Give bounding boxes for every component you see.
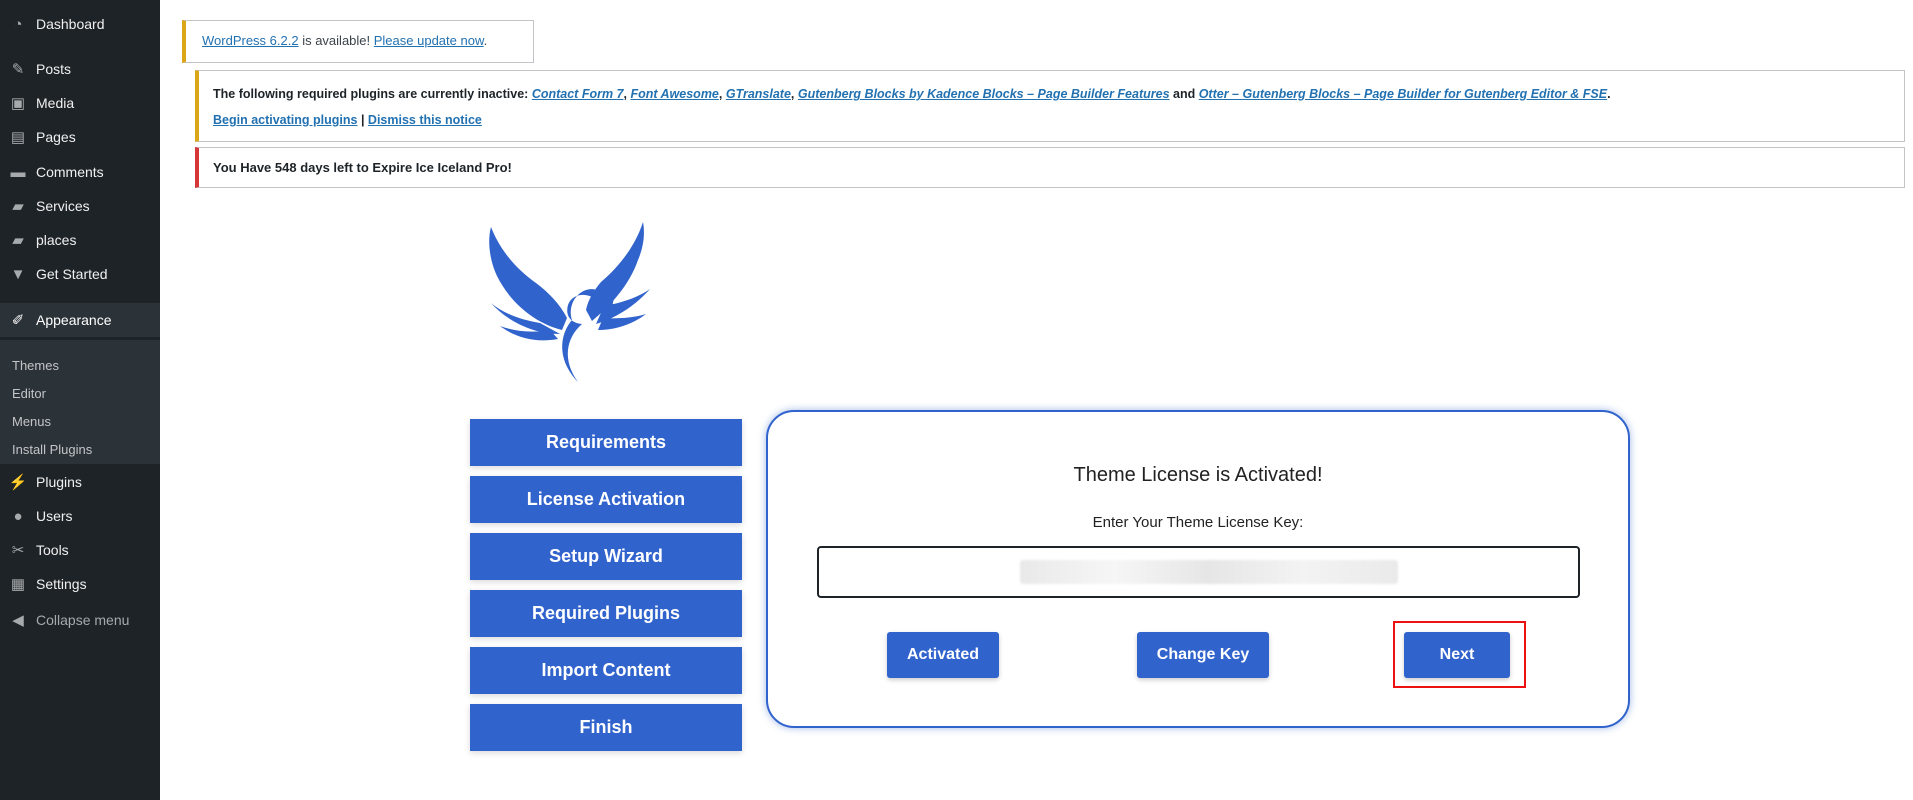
pushpin-icon: ✎ bbox=[11, 61, 25, 78]
required-plugins-notice: The following required plugins are curre… bbox=[195, 70, 1905, 142]
sidebar-item-label: Pages bbox=[36, 129, 76, 145]
dashboard-icon: ◔ bbox=[13, 15, 23, 33]
update-notice-period: . bbox=[483, 33, 488, 48]
submenu-item-themes[interactable]: Themes bbox=[12, 358, 59, 373]
sidebar-item-label: Comments bbox=[36, 164, 104, 180]
step-requirements-button[interactable]: Requirements bbox=[470, 419, 742, 466]
update-now-link[interactable]: Please update now bbox=[374, 33, 484, 48]
sidebar-item-posts[interactable]: ✎ Posts bbox=[0, 52, 160, 86]
sidebar-item-dashboard[interactable]: ◔ Dashboard bbox=[0, 7, 160, 41]
sidebar-item-places[interactable]: ▰ places bbox=[0, 223, 160, 257]
submenu-item-menus[interactable]: Menus bbox=[12, 414, 51, 429]
plugin-icon: ⚡ bbox=[8, 474, 28, 491]
plugins-notice-actions: Begin activating plugins | Dismiss this … bbox=[213, 113, 1890, 127]
license-expire-notice: You Have 548 days left to Expire Ice Ice… bbox=[195, 147, 1905, 188]
sidebar-item-get-started[interactable]: ▼ Get Started bbox=[0, 257, 160, 291]
sidebar-item-users[interactable]: ● Users bbox=[0, 499, 160, 533]
step-required-plugins-button[interactable]: Required Plugins bbox=[470, 590, 742, 637]
separator: , bbox=[790, 87, 798, 101]
sidebar-item-label: Collapse menu bbox=[36, 612, 130, 628]
sidebar-item-appearance[interactable]: ✐ Appearance bbox=[0, 303, 160, 337]
dismiss-notice-link[interactable]: Dismiss this notice bbox=[368, 113, 482, 127]
wordpress-version-link[interactable]: WordPress 6.2.2 bbox=[202, 33, 299, 48]
plugin-link-otter[interactable]: Otter – Gutenberg Blocks – Page Builder … bbox=[1199, 87, 1607, 101]
activated-button[interactable]: Activated bbox=[887, 632, 999, 678]
chevron-down-icon: ▼ bbox=[10, 265, 26, 283]
step-license-activation-button[interactable]: License Activation bbox=[470, 476, 742, 523]
plugin-link-contact-form-7[interactable]: Contact Form 7 bbox=[532, 87, 624, 101]
sidebar-item-comments[interactable]: ▬ Comments bbox=[0, 155, 160, 189]
sidebar-item-label: Services bbox=[36, 198, 90, 214]
sidebar-item-label: Plugins bbox=[36, 474, 82, 490]
plugin-link-kadence-blocks[interactable]: Gutenberg Blocks by Kadence Blocks – Pag… bbox=[798, 87, 1170, 101]
paintbrush-icon: ✐ bbox=[11, 312, 25, 329]
sidebar-item-label: Get Started bbox=[36, 266, 108, 282]
folder-icon: ▰ bbox=[12, 198, 24, 215]
sidebar-item-tools[interactable]: ✂ Tools bbox=[0, 533, 160, 567]
pages-icon: ▤ bbox=[10, 129, 26, 146]
update-notice-text: is available! bbox=[298, 33, 374, 48]
step-setup-wizard-button[interactable]: Setup Wizard bbox=[470, 533, 742, 580]
admin-sidebar: Themes Editor Menus Install Plugins ◔ Das… bbox=[0, 0, 160, 800]
next-button[interactable]: Next bbox=[1404, 632, 1510, 678]
folder-icon: ▰ bbox=[12, 232, 24, 249]
submenu-item-editor[interactable]: Editor bbox=[12, 386, 46, 401]
sidebar-item-plugins[interactable]: ⚡ Plugins bbox=[0, 465, 160, 499]
begin-activating-plugins-link[interactable]: Begin activating plugins bbox=[213, 113, 357, 127]
sidebar-item-label: Dashboard bbox=[36, 16, 105, 32]
sidebar-item-label: Media bbox=[36, 95, 75, 111]
sidebar-item-label: Users bbox=[36, 508, 73, 524]
update-notice: WordPress 6.2.2 is available! Please upd… bbox=[182, 20, 534, 63]
separator: , bbox=[718, 87, 726, 101]
sidebar-item-services[interactable]: ▰ Services bbox=[0, 189, 160, 223]
wrench-icon: ✂ bbox=[11, 542, 25, 559]
redacted-key-overlay bbox=[1020, 560, 1398, 584]
sidebar-item-label: Posts bbox=[36, 61, 72, 77]
plugins-notice-intro: The following required plugins are curre… bbox=[213, 87, 532, 101]
sidebar-item-media[interactable]: ▣ Media bbox=[0, 86, 160, 120]
submenu-item-install-plugins[interactable]: Install Plugins bbox=[12, 442, 92, 457]
sidebar-item-label: Tools bbox=[36, 542, 69, 558]
sidebar-item-collapse-menu[interactable]: ◀ Collapse menu bbox=[0, 603, 160, 637]
license-key-label: Enter Your Theme License Key: bbox=[1092, 514, 1304, 531]
sidebar-item-settings[interactable]: ▦ Settings bbox=[0, 567, 160, 601]
collapse-icon: ◀ bbox=[12, 612, 24, 629]
user-icon: ● bbox=[13, 507, 23, 525]
change-key-button[interactable]: Change Key bbox=[1137, 632, 1269, 678]
plugin-link-font-awesome[interactable]: Font Awesome bbox=[630, 87, 718, 101]
step-finish-button[interactable]: Finish bbox=[470, 704, 742, 751]
comments-icon: ▬ bbox=[10, 163, 26, 181]
plugin-link-gtranslate[interactable]: GTranslate bbox=[726, 87, 791, 101]
step-import-content-button[interactable]: Import Content bbox=[470, 647, 742, 694]
settings-icon: ▦ bbox=[10, 576, 26, 593]
media-icon: ▣ bbox=[10, 95, 26, 112]
sidebar-item-label: places bbox=[36, 232, 77, 248]
sidebar-item-label: Appearance bbox=[36, 312, 112, 328]
period: . bbox=[1607, 87, 1611, 101]
eagle-logo-icon bbox=[489, 222, 650, 382]
license-card: Theme License is Activated! Enter Your T… bbox=[766, 410, 1630, 728]
actions-divider: | bbox=[357, 113, 368, 127]
plugins-notice-line: The following required plugins are curre… bbox=[213, 87, 1890, 101]
and-text: and bbox=[1169, 87, 1199, 101]
license-status-title: Theme License is Activated! bbox=[1073, 464, 1323, 486]
sidebar-item-label: Settings bbox=[36, 576, 87, 592]
appearance-submenu: Themes Editor Menus Install Plugins bbox=[0, 340, 160, 464]
sidebar-item-pages[interactable]: ▤ Pages bbox=[0, 120, 160, 154]
